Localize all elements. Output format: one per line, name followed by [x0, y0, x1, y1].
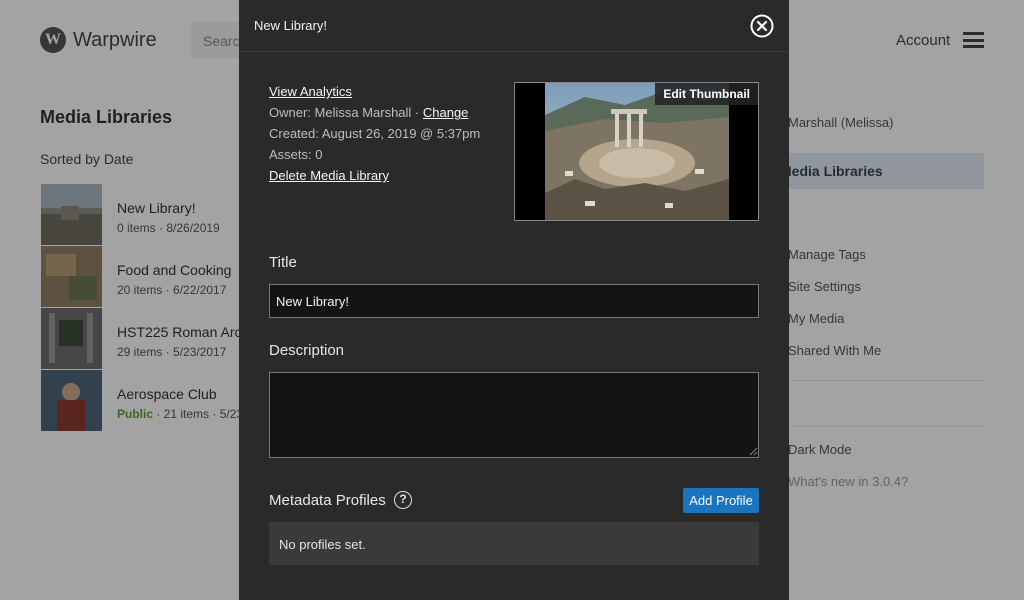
library-settings-modal: New Library! View Analytics Owner: Melis…: [239, 0, 789, 600]
profiles-list: No profiles set.: [269, 522, 759, 565]
modal-header: New Library!: [239, 0, 789, 52]
library-thumbnail-preview: Edit Thumbnail: [514, 82, 759, 221]
close-icon[interactable]: [750, 14, 774, 38]
view-analytics-link[interactable]: View Analytics: [269, 84, 352, 99]
change-owner-link[interactable]: Change: [423, 105, 469, 120]
title-label: Title: [269, 254, 297, 271]
description-label: Description: [269, 342, 345, 359]
asset-count: Assets: 0: [269, 147, 323, 162]
add-profile-button[interactable]: Add Profile: [683, 488, 759, 513]
created-date: Created: August 26, 2019 @ 5:37pm: [269, 126, 481, 141]
title-input[interactable]: [269, 284, 759, 318]
edit-thumbnail-button[interactable]: Edit Thumbnail: [655, 83, 758, 105]
metadata-profiles-label: Metadata Profiles: [269, 492, 386, 509]
description-input[interactable]: [269, 372, 759, 458]
help-icon[interactable]: ?: [394, 491, 412, 509]
delete-library-link[interactable]: Delete Media Library: [269, 168, 389, 183]
modal-title: New Library!: [254, 18, 327, 33]
resize-grip-icon[interactable]: [748, 446, 758, 456]
owner-label: Owner: Melissa Marshall ·: [269, 105, 423, 120]
empty-profiles-message: No profiles set.: [279, 537, 366, 552]
